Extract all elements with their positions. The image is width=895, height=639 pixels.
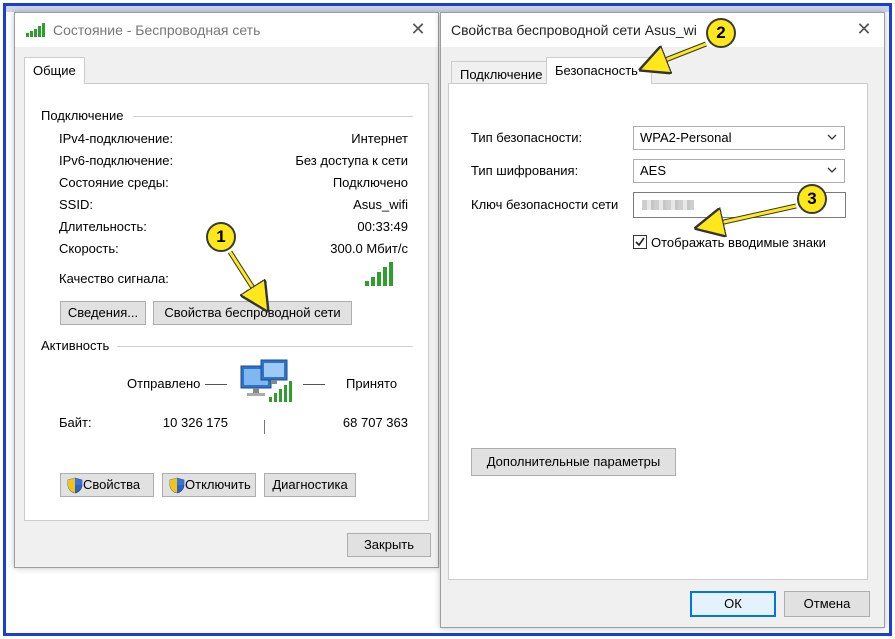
wireless-properties-window: Свойства беспроводной сети Asus_wi ✕ Под… — [440, 12, 885, 628]
ipv4-value: Интернет — [351, 131, 408, 146]
callout-3: 3 — [797, 184, 827, 214]
security-type-value: WPA2-Personal — [640, 130, 732, 145]
network-computers-icon — [240, 359, 292, 402]
callout-2: 2 — [706, 18, 736, 48]
signal-quality-label: Качество сигнала: — [59, 271, 169, 286]
advanced-settings-button[interactable]: Дополнительные параметры — [471, 448, 676, 476]
bytes-label: Байт: — [59, 415, 92, 430]
network-key-label: Ключ безопасности сети — [471, 197, 619, 212]
window-title: Свойства беспроводной сети Asus_wi — [451, 22, 697, 38]
details-button[interactable]: Сведения... — [60, 301, 146, 325]
wireless-status-window: Состояние - Беспроводная сеть ✕ Общие По… — [14, 12, 439, 568]
close-button[interactable]: Закрыть — [347, 533, 431, 557]
bytes-received-value: 68 707 363 — [342, 415, 408, 430]
encryption-type-label: Тип шифрования: — [471, 163, 579, 178]
properties-titlebar: Свойства беспроводной сети Asus_wi ✕ — [441, 13, 884, 47]
sent-line — [205, 384, 227, 385]
chevron-down-icon — [827, 167, 837, 173]
duration-value: 00:33:49 — [357, 219, 408, 234]
chevron-down-icon — [827, 134, 837, 140]
duration-label: Длительность: — [59, 219, 147, 234]
ipv6-label: IPv6-подключение: — [59, 153, 174, 168]
cancel-button[interactable]: Отмена — [784, 591, 870, 617]
activity-heading: Активность — [41, 338, 110, 353]
ok-button[interactable]: ОК — [690, 591, 776, 617]
properties-button[interactable]: Свойства — [60, 473, 154, 497]
encryption-type-value: AES — [640, 163, 667, 178]
received-label: Принято — [346, 376, 398, 391]
uac-shield-icon — [169, 477, 185, 494]
callout-1: 1 — [206, 222, 236, 252]
security-panel: Тип безопасности: WPA2-Personal Тип шифр… — [448, 83, 868, 580]
diagnose-button[interactable]: Диагностика — [264, 473, 356, 497]
show-characters-label[interactable]: Отображать вводимые знаки — [651, 235, 826, 250]
ssid-label: SSID: — [59, 197, 93, 212]
checkmark-icon — [635, 237, 645, 247]
ipv6-value: Без доступа к сети — [295, 153, 408, 168]
signal-strength-icon — [365, 262, 395, 286]
tab-security[interactable]: Безопасность — [546, 57, 652, 84]
status-titlebar: Состояние - Беспроводная сеть ✕ — [15, 13, 438, 47]
ssid-value: Asus_wifi — [353, 197, 408, 212]
disable-button[interactable]: Отключить — [162, 473, 256, 497]
media-state-value: Подключено — [332, 175, 408, 190]
disable-button-label: Отключить — [185, 477, 251, 492]
security-type-label: Тип безопасности: — [471, 130, 583, 145]
uac-shield-icon — [67, 477, 83, 494]
show-characters-checkbox[interactable] — [633, 235, 647, 249]
divider — [117, 346, 413, 347]
speed-label: Скорость: — [59, 241, 119, 256]
divider — [133, 116, 413, 117]
window-title: Состояние - Беспроводная сеть — [53, 22, 261, 38]
connection-heading: Подключение — [41, 108, 124, 123]
close-icon[interactable]: ✕ — [408, 19, 428, 39]
ipv4-label: IPv4-подключение: — [59, 131, 174, 146]
wireless-properties-button[interactable]: Свойства беспроводной сети — [153, 301, 352, 325]
media-state-label: Состояние среды: — [59, 175, 169, 190]
obscured-key-text — [642, 200, 694, 210]
activity-divider — [264, 420, 265, 434]
received-line — [303, 384, 325, 385]
security-type-select[interactable]: WPA2-Personal — [633, 126, 845, 150]
speed-value: 300.0 Мбит/с — [330, 241, 408, 256]
properties-button-label: Свойства — [83, 477, 141, 492]
general-panel: Подключение IPv4-подключение: Интернет I… — [24, 83, 429, 521]
close-icon[interactable]: ✕ — [854, 19, 874, 39]
encryption-type-select[interactable]: AES — [633, 159, 845, 183]
sent-label: Отправлено — [127, 376, 201, 391]
tab-general[interactable]: Общие — [24, 57, 85, 84]
wifi-signal-icon — [26, 23, 45, 37]
bytes-sent-value: 10 326 175 — [162, 415, 228, 430]
